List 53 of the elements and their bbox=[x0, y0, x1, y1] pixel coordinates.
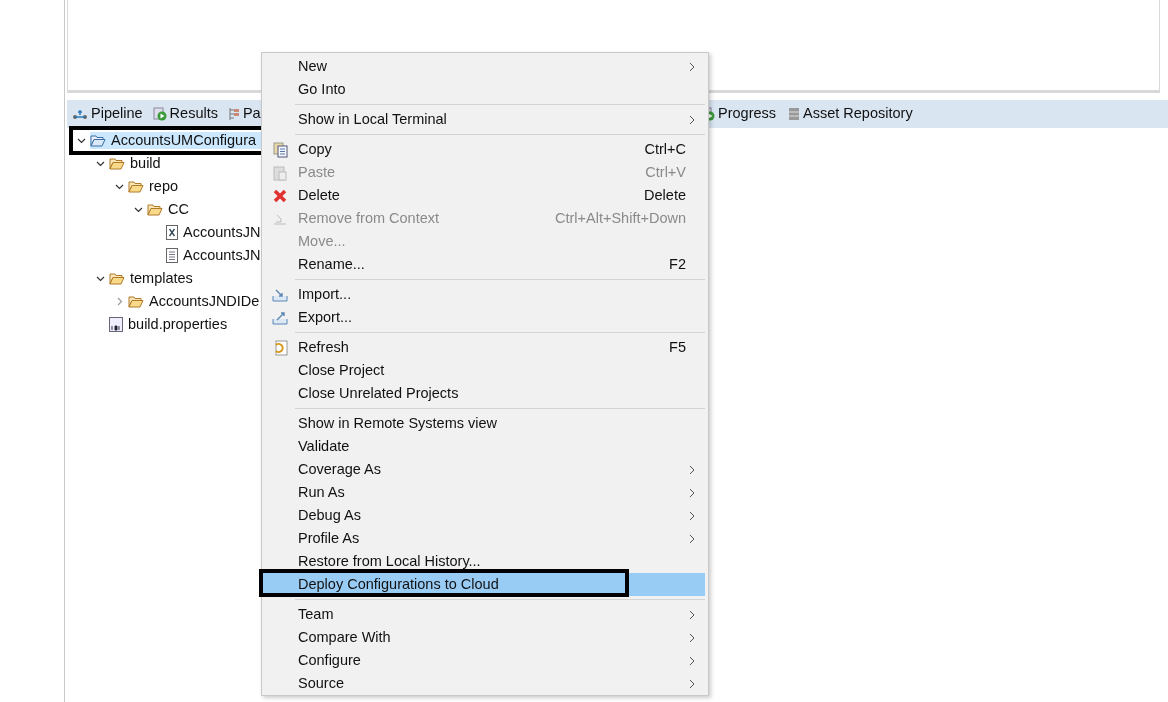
open-folder-icon bbox=[109, 272, 125, 285]
view-tab[interactable]: Asset Repository bbox=[788, 103, 913, 125]
tray-arrow-icon bbox=[272, 310, 288, 325]
play-document-icon bbox=[152, 107, 167, 121]
open-folder-icon bbox=[128, 180, 144, 193]
tree-item[interactable]: templates bbox=[109, 270, 201, 287]
menu-item[interactable]: Compare With bbox=[262, 626, 708, 649]
view-tab[interactable]: Pipeline bbox=[72, 103, 143, 125]
tree-item[interactable]: CC bbox=[147, 201, 197, 218]
close-icon bbox=[273, 188, 287, 203]
menu-item[interactable]: Go Into bbox=[262, 78, 708, 101]
view-tab[interactable]: Results bbox=[152, 103, 218, 125]
menu-item[interactable]: Refresh F5 bbox=[262, 336, 708, 359]
text-file-icon bbox=[166, 248, 178, 263]
refresh-icon bbox=[272, 339, 288, 356]
chevron-down-icon[interactable] bbox=[77, 136, 86, 145]
copy-icon bbox=[272, 141, 288, 158]
chevron-right-icon[interactable] bbox=[115, 297, 124, 306]
menu-item[interactable]: Run As bbox=[262, 481, 708, 504]
menu-item[interactable]: Show in Local Terminal bbox=[262, 108, 708, 131]
open-folder-icon bbox=[90, 134, 106, 147]
menu-item[interactable]: Close Project bbox=[262, 359, 708, 382]
menu-item[interactable]: Team bbox=[262, 603, 708, 626]
chevron-down-icon[interactable] bbox=[96, 159, 105, 168]
menu-item[interactable]: Copy Ctrl+C bbox=[262, 138, 708, 161]
menu-item[interactable]: Show in Remote Systems view bbox=[262, 412, 708, 435]
view-tab[interactable]: Pa bbox=[227, 103, 261, 125]
open-folder-icon bbox=[147, 203, 163, 216]
menu-item[interactable]: Close Unrelated Projects bbox=[262, 382, 708, 405]
cabinet-icon bbox=[788, 107, 801, 121]
tree-item[interactable]: build.properties bbox=[109, 316, 236, 333]
pipeline-icon bbox=[72, 108, 88, 120]
tree-item[interactable]: repo bbox=[128, 178, 187, 195]
menu-item[interactable]: Validate bbox=[262, 435, 708, 458]
menu-item[interactable]: Profile As bbox=[262, 527, 708, 550]
chevron-down-icon[interactable] bbox=[96, 274, 105, 283]
menu-item[interactable]: Delete Delete bbox=[262, 184, 708, 207]
clipboard-icon bbox=[273, 164, 287, 181]
binary-file-icon bbox=[109, 317, 123, 332]
menu-item[interactable]: Coverage As bbox=[262, 458, 708, 481]
menu-item[interactable]: Configure bbox=[262, 649, 708, 672]
menu-item[interactable]: New bbox=[262, 55, 708, 78]
menu-item[interactable]: Restore from Local History... bbox=[262, 550, 708, 573]
tray-arrow-icon bbox=[272, 287, 288, 302]
chevron-down-icon[interactable] bbox=[115, 182, 124, 191]
grid-icon bbox=[227, 107, 240, 121]
chevron-down-icon[interactable] bbox=[134, 205, 143, 214]
x-file-icon bbox=[166, 225, 178, 240]
open-folder-icon bbox=[128, 295, 144, 308]
open-folder-icon bbox=[109, 157, 125, 170]
menu-item[interactable]: Debug As bbox=[262, 504, 708, 527]
menu-item[interactable]: Source bbox=[262, 672, 708, 695]
tree-item[interactable]: build bbox=[109, 155, 169, 172]
